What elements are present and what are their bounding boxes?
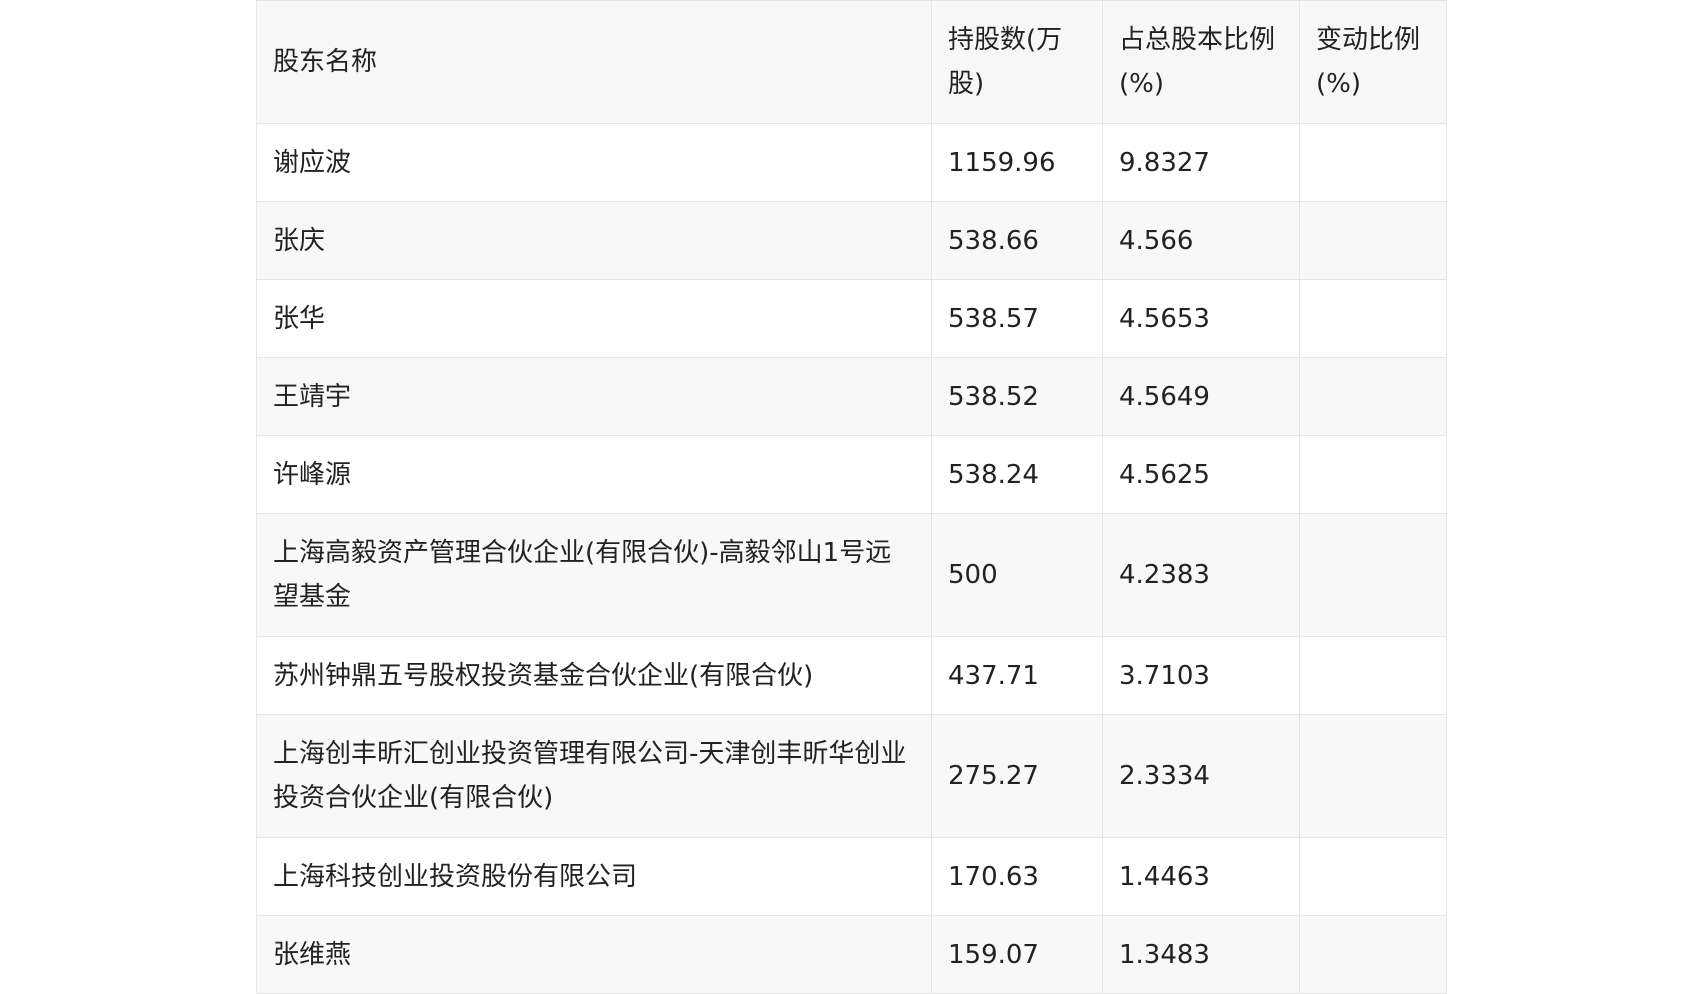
table-row: 谢应波 1159.96 9.8327 (256, 123, 1447, 202)
table-body: 谢应波 1159.96 9.8327 张庆 538.66 4.566 张华 53… (256, 123, 1447, 994)
cell-shareholder-name: 苏州钟鼎五号股权投资基金合伙企业(有限合伙) (256, 636, 932, 715)
cell-share-ratio: 4.2383 (1102, 513, 1300, 637)
cell-change-ratio (1299, 123, 1447, 202)
cell-shares-held: 538.52 (931, 357, 1103, 436)
cell-shareholder-name: 王靖宇 (256, 357, 932, 436)
cell-shares-held: 170.63 (931, 837, 1103, 916)
cell-shares-held: 538.66 (931, 201, 1103, 280)
table-row: 苏州钟鼎五号股权投资基金合伙企业(有限合伙) 437.71 3.7103 (256, 636, 1447, 715)
cell-shares-held: 538.24 (931, 435, 1103, 514)
cell-share-ratio: 9.8327 (1102, 123, 1300, 202)
cell-shareholder-name: 张庆 (256, 201, 932, 280)
cell-share-ratio: 1.3483 (1102, 915, 1300, 994)
shareholder-table-container: 股东名称 持股数(万股) 占总股本比例(%) 变动比例(%) 谢应波 1159.… (256, 0, 1447, 994)
cell-shares-held: 500 (931, 513, 1103, 637)
header-share-ratio: 占总股本比例(%) (1102, 0, 1300, 124)
header-row: 股东名称 持股数(万股) 占总股本比例(%) 变动比例(%) (256, 0, 1447, 124)
cell-share-ratio: 4.5649 (1102, 357, 1300, 436)
cell-shares-held: 275.27 (931, 714, 1103, 838)
table-row: 张庆 538.66 4.566 (256, 201, 1447, 280)
cell-shareholder-name: 上海创丰昕汇创业投资管理有限公司-天津创丰昕华创业投资合伙企业(有限合伙) (256, 714, 932, 838)
header-shares-held: 持股数(万股) (931, 0, 1103, 124)
cell-shareholder-name: 上海高毅资产管理合伙企业(有限合伙)-高毅邻山1号远望基金 (256, 513, 932, 637)
table-row: 张维燕 159.07 1.3483 (256, 915, 1447, 994)
cell-change-ratio (1299, 636, 1447, 715)
cell-share-ratio: 3.7103 (1102, 636, 1300, 715)
shareholder-table: 股东名称 持股数(万股) 占总股本比例(%) 变动比例(%) 谢应波 1159.… (256, 0, 1447, 994)
cell-share-ratio: 4.5653 (1102, 279, 1300, 358)
cell-shares-held: 1159.96 (931, 123, 1103, 202)
cell-shares-held: 538.57 (931, 279, 1103, 358)
cell-shareholder-name: 上海科技创业投资股份有限公司 (256, 837, 932, 916)
cell-shares-held: 437.71 (931, 636, 1103, 715)
cell-change-ratio (1299, 837, 1447, 916)
cell-share-ratio: 1.4463 (1102, 837, 1300, 916)
cell-share-ratio: 2.3334 (1102, 714, 1300, 838)
table-row: 上海创丰昕汇创业投资管理有限公司-天津创丰昕华创业投资合伙企业(有限合伙) 27… (256, 714, 1447, 838)
cell-change-ratio (1299, 279, 1447, 358)
cell-shares-held: 159.07 (931, 915, 1103, 994)
cell-shareholder-name: 张华 (256, 279, 932, 358)
header-change-ratio: 变动比例(%) (1299, 0, 1447, 124)
cell-change-ratio (1299, 435, 1447, 514)
table-row: 上海高毅资产管理合伙企业(有限合伙)-高毅邻山1号远望基金 500 4.2383 (256, 513, 1447, 637)
table-header: 股东名称 持股数(万股) 占总股本比例(%) 变动比例(%) (256, 0, 1447, 124)
table-row: 王靖宇 538.52 4.5649 (256, 357, 1447, 436)
cell-shareholder-name: 谢应波 (256, 123, 932, 202)
table-row: 许峰源 538.24 4.5625 (256, 435, 1447, 514)
cell-change-ratio (1299, 513, 1447, 637)
table-row: 张华 538.57 4.5653 (256, 279, 1447, 358)
cell-shareholder-name: 许峰源 (256, 435, 932, 514)
cell-change-ratio (1299, 357, 1447, 436)
cell-change-ratio (1299, 915, 1447, 994)
header-shareholder-name: 股东名称 (256, 0, 932, 124)
cell-change-ratio (1299, 714, 1447, 838)
table-row: 上海科技创业投资股份有限公司 170.63 1.4463 (256, 837, 1447, 916)
cell-share-ratio: 4.566 (1102, 201, 1300, 280)
cell-share-ratio: 4.5625 (1102, 435, 1300, 514)
cell-change-ratio (1299, 201, 1447, 280)
cell-shareholder-name: 张维燕 (256, 915, 932, 994)
